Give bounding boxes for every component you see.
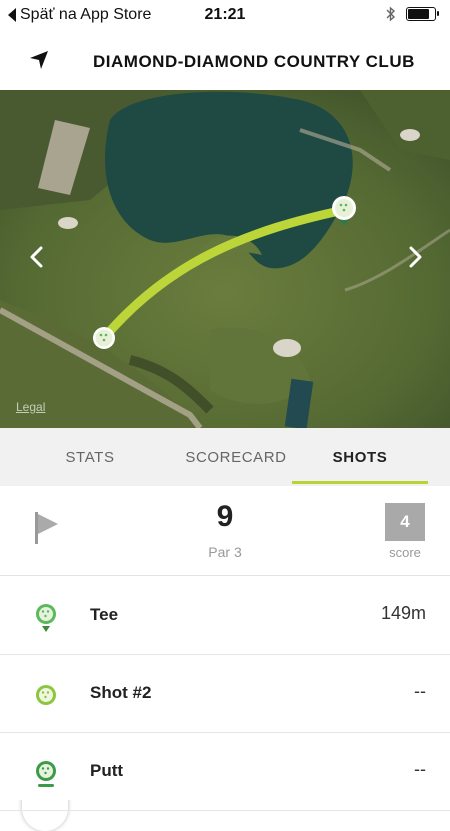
hole-map[interactable]: Legal bbox=[0, 90, 450, 428]
shot-row-putt[interactable]: Putt -- bbox=[0, 733, 450, 811]
shot-row-2[interactable]: Shot #2 -- bbox=[0, 655, 450, 733]
shot-name: Putt bbox=[90, 761, 124, 780]
active-tab-indicator bbox=[292, 481, 428, 484]
tab-scorecard[interactable]: SCORECARD bbox=[180, 428, 292, 486]
legal-link[interactable]: Legal bbox=[16, 400, 45, 414]
tab-label: SCORECARD bbox=[185, 448, 287, 466]
page-title: DIAMOND-DIAMOND COUNTRY CLUB bbox=[93, 52, 415, 71]
chevron-right-icon[interactable] bbox=[400, 242, 430, 272]
status-time: 21:21 bbox=[204, 6, 246, 23]
score-badge[interactable]: 4 bbox=[385, 503, 425, 541]
hole-par: Par 3 bbox=[208, 544, 242, 560]
bluetooth-icon bbox=[386, 6, 396, 22]
shot-name: Tee bbox=[90, 605, 119, 624]
tab-stats[interactable]: STATS bbox=[0, 428, 180, 486]
score-label: score bbox=[389, 545, 421, 560]
status-icons bbox=[386, 6, 439, 22]
battery-icon bbox=[406, 7, 439, 21]
app-header: DIAMOND-DIAMOND COUNTRY CLUB bbox=[0, 32, 450, 90]
shot-distance: 149m bbox=[380, 603, 426, 623]
golf-ball-tee-icon bbox=[36, 604, 56, 632]
tee-ball-marker[interactable] bbox=[93, 327, 115, 349]
hole-number: 9 bbox=[216, 500, 234, 533]
back-arrow-icon[interactable] bbox=[26, 48, 54, 76]
shot-distance: -- bbox=[414, 681, 426, 701]
tab-bar: STATS SCORECARD SHOTS bbox=[0, 428, 450, 486]
golf-ball-putt-icon bbox=[36, 761, 56, 787]
chevron-left-icon[interactable] bbox=[22, 242, 52, 272]
shot-list: Tee 149m Shot #2 -- Putt -- bbox=[0, 577, 450, 831]
status-bar: Späť na App Store 21:21 bbox=[0, 0, 450, 32]
tab-label: STATS bbox=[65, 448, 115, 466]
satellite-map bbox=[0, 90, 450, 428]
shot-name: Shot #2 bbox=[90, 683, 152, 702]
hole-summary: 9 Par 3 4 score bbox=[0, 486, 450, 576]
tab-label: SHOTS bbox=[332, 448, 388, 466]
shot-distance: -- bbox=[414, 759, 426, 779]
shot-row-tee[interactable]: Tee 149m bbox=[0, 577, 450, 655]
tab-shots[interactable]: SHOTS bbox=[292, 428, 428, 486]
golf-ball-icon bbox=[36, 685, 56, 705]
